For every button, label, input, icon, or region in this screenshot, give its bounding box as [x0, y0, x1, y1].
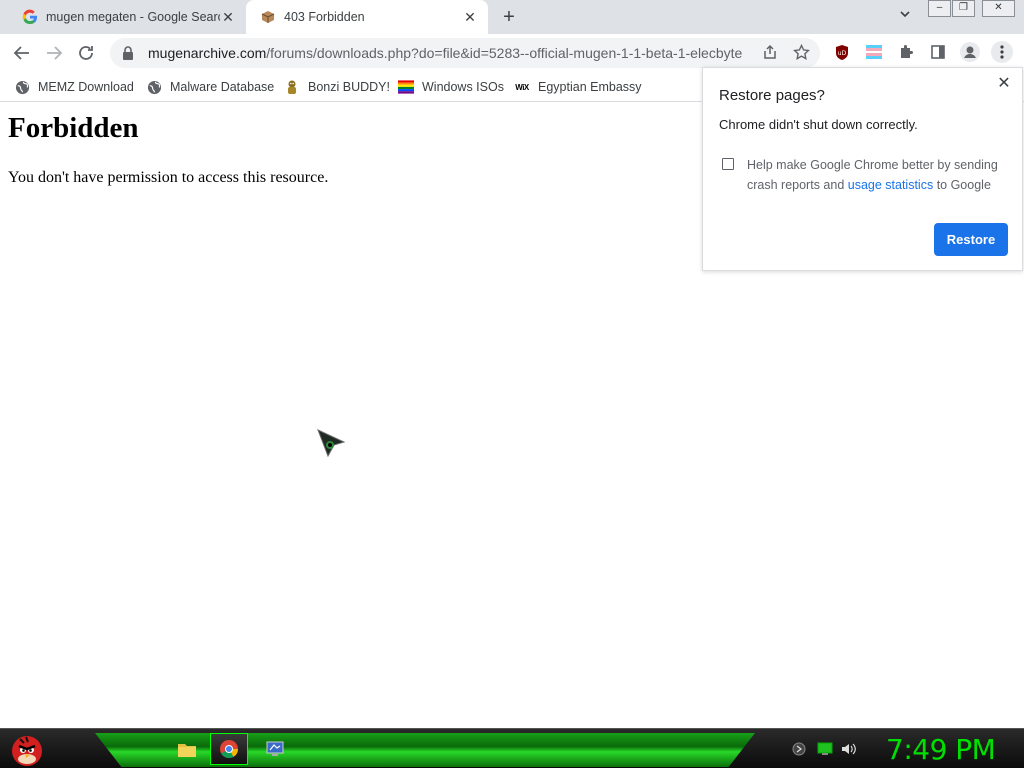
svg-text:uD: uD: [838, 50, 847, 57]
bookmark-label: Egyptian Embassy: [538, 80, 642, 94]
page-message: You don't have permission to access this…: [8, 169, 329, 186]
forward-button[interactable]: [42, 41, 66, 65]
url-host: mugenarchive.com: [148, 45, 267, 61]
tab-title: 403 Forbidden: [284, 10, 365, 24]
back-button[interactable]: [10, 41, 34, 65]
google-icon: [22, 9, 38, 25]
bookmark-label: Bonzi BUDDY!: [308, 80, 390, 94]
mouse-cursor-icon: [316, 428, 346, 460]
side-panel-icon[interactable]: [928, 42, 948, 62]
bookmark-label: MEMZ Download: [38, 80, 134, 94]
globe-icon: [146, 79, 162, 95]
close-window-button[interactable]: ✕: [982, 0, 1015, 17]
forward-arrow-icon: [47, 46, 63, 60]
bookmark-bonzi-buddy[interactable]: Bonzi BUDDY!: [284, 77, 390, 97]
crash-report-checkbox[interactable]: [722, 158, 734, 170]
close-icon[interactable]: ✕: [220, 9, 236, 25]
chrome-icon: [220, 740, 238, 759]
taskbar-app[interactable]: [256, 733, 294, 765]
box-icon: [260, 9, 276, 25]
chevron-down-icon[interactable]: [895, 8, 915, 28]
menu-kebab-icon[interactable]: [991, 41, 1013, 63]
restore-button[interactable]: Restore: [934, 223, 1008, 256]
ublock-origin-icon[interactable]: uD: [832, 42, 852, 62]
bookmark-star-icon[interactable]: [791, 42, 811, 62]
bookmark-malware-database[interactable]: Malware Database: [146, 77, 274, 97]
profile-avatar-icon[interactable]: [960, 42, 980, 62]
bookmark-label: Malware Database: [170, 80, 275, 94]
tab-strip: mugen megaten - Google Search ✕ 403 Forb…: [0, 0, 1024, 34]
extensions-puzzle-icon[interactable]: [896, 42, 916, 62]
back-arrow-icon: [13, 46, 29, 60]
network-icon[interactable]: [817, 741, 833, 757]
maximize-button[interactable]: ❐: [952, 0, 975, 17]
monitor-icon: [266, 741, 284, 756]
angry-bird-icon: [12, 736, 42, 766]
start-button[interactable]: [6, 729, 48, 769]
dialog-title: Restore pages?: [719, 87, 825, 104]
usage-statistics-link[interactable]: usage statistics: [848, 178, 933, 192]
rainbow-flag-icon: [398, 79, 414, 95]
close-icon[interactable]: ✕: [462, 9, 478, 25]
address-bar[interactable]: mugenarchive.com/forums/downloads.php?do…: [110, 38, 820, 68]
taskbar-file-explorer[interactable]: [168, 733, 206, 765]
checkbox-text-end: to Google: [933, 178, 991, 192]
reload-button[interactable]: [74, 41, 98, 65]
new-tab-button[interactable]: +: [498, 6, 520, 28]
lock-icon[interactable]: [122, 46, 136, 60]
reload-icon: [79, 46, 93, 60]
taskbar-clock[interactable]: 7:49 PM: [886, 733, 996, 766]
url-path: /forums/downloads.php?do=file&id=5283--o…: [266, 45, 743, 61]
tab-title: mugen megaten - Google Search: [46, 10, 220, 24]
checkbox-label: Help make Google Chrome better by sendin…: [747, 155, 1007, 195]
page-title: Forbidden: [8, 112, 139, 144]
close-icon[interactable]: ✕: [994, 74, 1014, 94]
bookmark-egyptian-embassy[interactable]: WiX Egyptian Embassy: [514, 77, 642, 97]
folder-icon: [178, 744, 196, 757]
tab-google-search[interactable]: mugen megaten - Google Search ✕: [8, 0, 246, 34]
toolbar: mugenarchive.com/forums/downloads.php?do…: [0, 34, 1024, 71]
bonzi-icon: [284, 79, 300, 95]
wix-icon: WiX: [515, 82, 529, 92]
bookmark-label: Windows ISOs: [422, 80, 504, 94]
bookmark-windows-isos[interactable]: Windows ISOs: [398, 77, 504, 97]
bookmark-memz-download[interactable]: MEMZ Download: [14, 77, 134, 97]
trans-flag-extension-icon[interactable]: [864, 42, 884, 62]
share-icon[interactable]: [760, 42, 780, 62]
taskbar-chrome[interactable]: [210, 733, 248, 765]
taskbar: [0, 728, 1024, 768]
tray-app-icon[interactable]: [791, 741, 807, 757]
dialog-message: Chrome didn't shut down correctly.: [719, 117, 918, 132]
volume-icon[interactable]: [841, 741, 857, 757]
globe-icon: [14, 79, 30, 95]
minimize-button[interactable]: –: [928, 0, 951, 17]
tab-403-forbidden[interactable]: 403 Forbidden ✕: [246, 0, 488, 34]
restore-pages-dialog: Restore pages? ✕ Chrome didn't shut down…: [702, 67, 1023, 271]
